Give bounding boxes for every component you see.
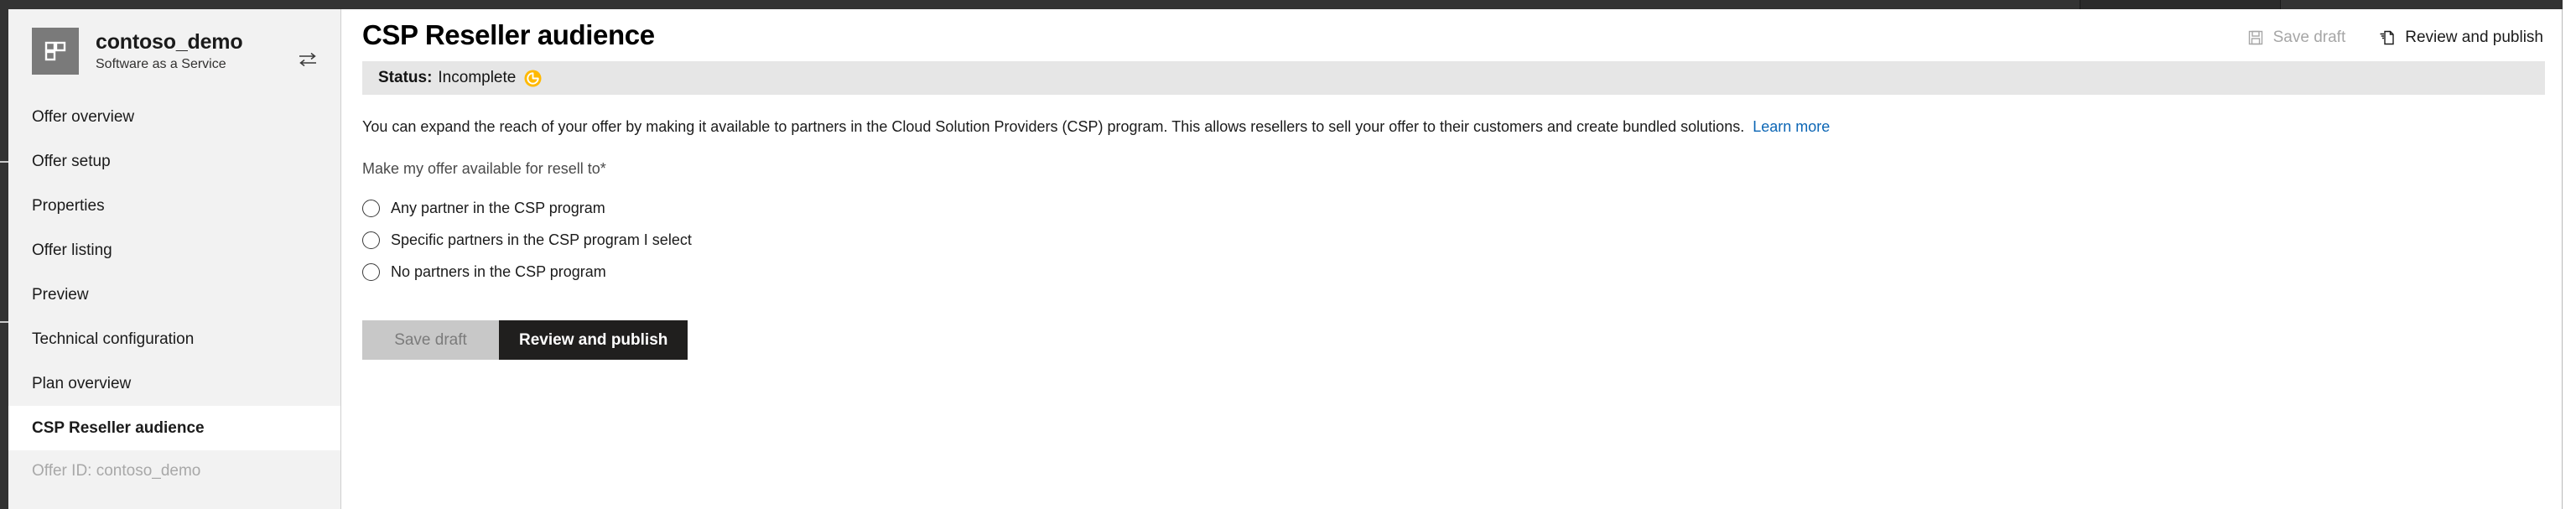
app-tiles-icon bbox=[32, 28, 79, 75]
main-content: CSP Reseller audience Save draft Review … bbox=[342, 9, 2576, 509]
resell-field-label: Make my offer available for resell to* bbox=[362, 160, 2576, 178]
sidebar-item-preview[interactable]: Preview bbox=[8, 273, 340, 317]
status-value: Incomplete bbox=[438, 69, 517, 86]
radio-no-partners[interactable]: No partners in the CSP program bbox=[362, 256, 606, 288]
window-top-bar bbox=[0, 0, 2576, 9]
offer-header: contoso_demo Software as a Service bbox=[8, 9, 340, 95]
switch-offer-icon[interactable] bbox=[298, 51, 318, 68]
header-review-publish-button[interactable]: Review and publish bbox=[2377, 26, 2545, 49]
publish-document-icon bbox=[2379, 29, 2396, 46]
description-text: You can expand the reach of your offer b… bbox=[362, 118, 1745, 135]
radio-specific-partners-label: Specific partners in the CSP program I s… bbox=[391, 231, 692, 248]
radio-any-partner-label: Any partner in the CSP program bbox=[391, 199, 605, 216]
radio-mark-icon bbox=[362, 231, 380, 249]
sidebar-item-properties[interactable]: Properties bbox=[8, 184, 340, 228]
radio-mark-icon bbox=[362, 262, 380, 281]
radio-no-partners-label: No partners in the CSP program bbox=[391, 262, 606, 280]
resell-radio-group: Any partner in the CSP program Specific … bbox=[362, 192, 2576, 288]
resell-field-label-text: Make my offer available for resell to bbox=[362, 160, 600, 178]
page-root: contoso_demo Software as a Service Offer… bbox=[0, 9, 2576, 509]
status-label: Status: bbox=[378, 69, 433, 86]
left-rail-divider-1 bbox=[0, 161, 8, 163]
left-rail-divider-2 bbox=[0, 321, 8, 323]
radio-mark-icon bbox=[362, 199, 380, 217]
page-title: CSP Reseller audience bbox=[362, 19, 655, 50]
header-review-publish-label: Review and publish bbox=[2405, 29, 2543, 46]
header-save-draft-button[interactable]: Save draft bbox=[2246, 26, 2348, 49]
footer-actions: Save draft Review and publish bbox=[362, 320, 2576, 361]
content-right-border bbox=[2562, 9, 2563, 509]
sidebar-item-technical-configuration[interactable]: Technical configuration bbox=[8, 317, 340, 361]
top-bar-segment-left bbox=[0, 0, 2080, 9]
review-and-publish-button[interactable]: Review and publish bbox=[499, 320, 688, 361]
left-rail bbox=[0, 9, 8, 509]
sidebar: contoso_demo Software as a Service Offer… bbox=[8, 9, 341, 509]
header-save-draft-label: Save draft bbox=[2272, 29, 2346, 46]
radio-specific-partners[interactable]: Specific partners in the CSP program I s… bbox=[362, 224, 692, 256]
radio-any-partner[interactable]: Any partner in the CSP program bbox=[362, 192, 605, 224]
right-outer-margin bbox=[2563, 0, 2576, 509]
sidebar-item-offer-overview[interactable]: Offer overview bbox=[8, 95, 340, 139]
top-bar-segment-right bbox=[2281, 0, 2576, 9]
save-draft-button[interactable]: Save draft bbox=[362, 320, 499, 361]
sidebar-item-csp-reseller-audience[interactable]: CSP Reseller audience bbox=[8, 406, 340, 450]
save-floppy-icon bbox=[2247, 29, 2264, 46]
sidebar-item-offer-listing[interactable]: Offer listing bbox=[8, 228, 340, 273]
header-actions: Save draft Review and publish bbox=[2246, 26, 2545, 49]
main-header: CSP Reseller audience Save draft Review … bbox=[342, 9, 2576, 61]
sidebar-item-plan-overview[interactable]: Plan overview bbox=[8, 361, 340, 406]
status-badge: Status: Incomplete bbox=[362, 61, 2545, 95]
incomplete-clock-icon bbox=[524, 70, 542, 87]
sidebar-item-offer-setup[interactable]: Offer setup bbox=[8, 139, 340, 184]
top-bar-segment-active bbox=[2080, 0, 2281, 9]
sidebar-nav-list: Offer overview Offer setup Properties Of… bbox=[8, 95, 340, 450]
description-paragraph: You can expand the reach of your offer b… bbox=[362, 117, 2576, 137]
learn-more-link[interactable]: Learn more bbox=[1753, 118, 1830, 135]
required-marker: * bbox=[600, 160, 606, 178]
sidebar-offer-id: Offer ID: contoso_demo bbox=[8, 450, 340, 492]
